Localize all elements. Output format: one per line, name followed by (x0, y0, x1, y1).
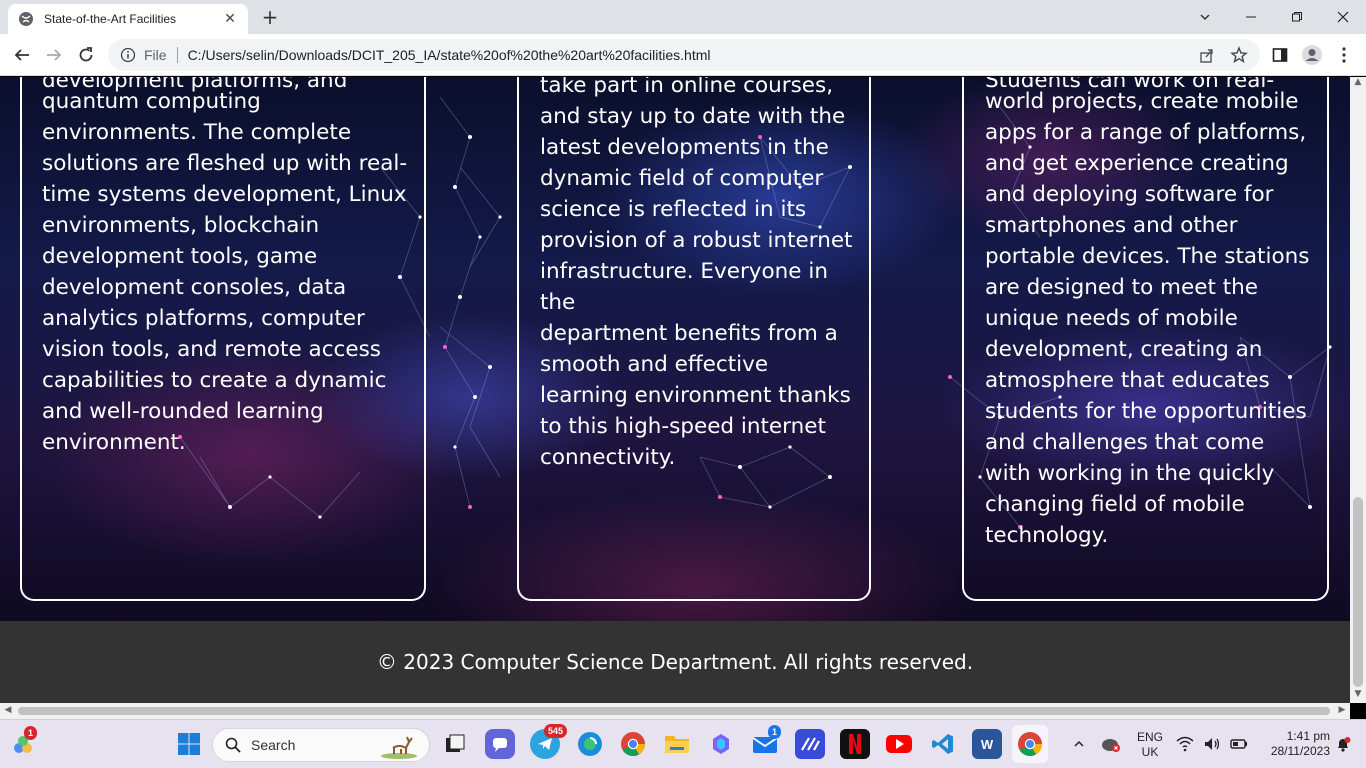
url-text[interactable]: C:/Users/selin/Downloads/DCIT_205_IA/sta… (188, 47, 711, 63)
telegram-badge: 545 (544, 724, 568, 738)
side-panel-icon[interactable] (1268, 43, 1292, 67)
clock-date: 28/11/2023 (1270, 744, 1330, 758)
back-arrow-icon[interactable] (10, 43, 34, 67)
menu-dots-icon[interactable] (1332, 43, 1356, 67)
search-highlight-deer-icon (381, 736, 417, 759)
battery-icon (1230, 739, 1247, 749)
vscode-icon[interactable] (928, 729, 958, 759)
globe-icon (19, 12, 33, 26)
card-1-text: quantum computing environments. The comp… (42, 89, 408, 455)
tab-search-chevron-icon[interactable] (1182, 0, 1228, 34)
mail-icon[interactable]: 1 (750, 725, 782, 759)
language-indicator[interactable]: ENG UK (1130, 730, 1170, 760)
address-bar[interactable]: File C:/Users/selin/Downloads/DCIT_205_I… (108, 39, 1260, 71)
browser-toolbar: File C:/Users/selin/Downloads/DCIT_205_I… (0, 34, 1366, 76)
facility-card-1: development platforms, and quantum compu… (20, 77, 426, 601)
search-icon (225, 737, 241, 753)
region-label: UK (1141, 745, 1159, 759)
card-2-text: take part in online courses, and stay up… (540, 77, 853, 470)
language-label: ENG (1136, 730, 1163, 744)
file-explorer-icon[interactable] (662, 729, 692, 759)
windows-start-icon[interactable] (174, 729, 204, 759)
facility-card-2: take part in online courses, and stay up… (517, 77, 871, 601)
footer-copyright: © 2023 Computer Science Department. All … (376, 650, 974, 674)
minimize-button[interactable] (1228, 0, 1274, 34)
teams-chat-icon[interactable] (485, 729, 515, 759)
scroll-right-arrow-icon[interactable]: ▶ (1334, 705, 1350, 715)
word-icon[interactable]: W (972, 729, 1002, 759)
chrome-icon[interactable] (618, 729, 648, 759)
chrome-active-icon[interactable] (1012, 725, 1048, 763)
tab-close-icon[interactable]: ✕ (222, 11, 238, 27)
edge-browser-icon[interactable] (575, 729, 605, 759)
browser-titlebar: State-of-the-Art Facilities ✕ + (0, 0, 1366, 34)
close-window-button[interactable] (1320, 0, 1366, 34)
reload-icon[interactable] (74, 43, 98, 67)
scroll-down-arrow-icon[interactable]: ▼ (1350, 689, 1366, 699)
widgets-badge: 1 (24, 726, 38, 740)
search-placeholder: Search (251, 737, 296, 753)
clock-time: 1:41 pm (1286, 729, 1330, 743)
facility-card-3: Students can work on real- world project… (962, 77, 1329, 601)
youtube-icon[interactable] (884, 729, 914, 759)
network-warning-icon[interactable] (1098, 729, 1124, 759)
omnibox-divider (176, 47, 178, 63)
widgets-icon[interactable]: 1 (8, 726, 38, 759)
scheme-label: File (144, 47, 167, 63)
word-letter-icon: W (980, 736, 994, 752)
bookmark-star-icon[interactable] (1230, 39, 1248, 71)
scroll-up-arrow-icon[interactable]: ▲ (1350, 77, 1366, 87)
volume-icon (1205, 738, 1220, 750)
page-viewport: development platforms, and quantum compu… (0, 77, 1350, 703)
page-footer: © 2023 Computer Science Department. All … (0, 621, 1350, 703)
chevron-up-icon[interactable] (1066, 729, 1092, 759)
vertical-scroll-thumb[interactable] (1353, 497, 1363, 687)
wifi-icon (1176, 736, 1194, 752)
netflix-icon[interactable] (840, 729, 870, 759)
task-view-icon[interactable] (440, 729, 470, 759)
vertical-scrollbar[interactable]: ▲ ▼ (1350, 77, 1366, 703)
restore-button[interactable] (1274, 0, 1320, 34)
remote-desktop-icon[interactable] (795, 729, 825, 759)
notification-bell-icon[interactable] (1332, 729, 1354, 759)
windows-taskbar: 1 Search 545 1 W ENG UK 1:41 pm 28/11/20… (0, 719, 1366, 768)
new-tab-button[interactable]: + (258, 6, 282, 30)
quick-settings-group[interactable] (1176, 729, 1248, 759)
horizontal-scrollbar[interactable]: ◀ ▶ (0, 703, 1350, 719)
share-icon[interactable] (1198, 39, 1216, 71)
horizontal-scroll-thumb[interactable] (18, 707, 1330, 715)
scroll-left-arrow-icon[interactable]: ◀ (0, 705, 16, 715)
clock[interactable]: 1:41 pm 28/11/2023 (1254, 729, 1330, 759)
card-3-text: world projects, create mobile apps for a… (985, 89, 1310, 548)
browser-tab[interactable]: State-of-the-Art Facilities ✕ (8, 4, 248, 34)
forward-arrow-icon[interactable] (42, 43, 66, 67)
taskbar-search-box[interactable]: Search (212, 728, 430, 762)
telegram-icon[interactable]: 545 (530, 724, 568, 759)
profile-avatar-icon[interactable] (1300, 43, 1324, 67)
info-icon[interactable] (120, 47, 136, 63)
tab-title: State-of-the-Art Facilities (44, 12, 177, 26)
copilot-icon[interactable] (706, 729, 736, 759)
mail-badge: 1 (768, 725, 782, 739)
